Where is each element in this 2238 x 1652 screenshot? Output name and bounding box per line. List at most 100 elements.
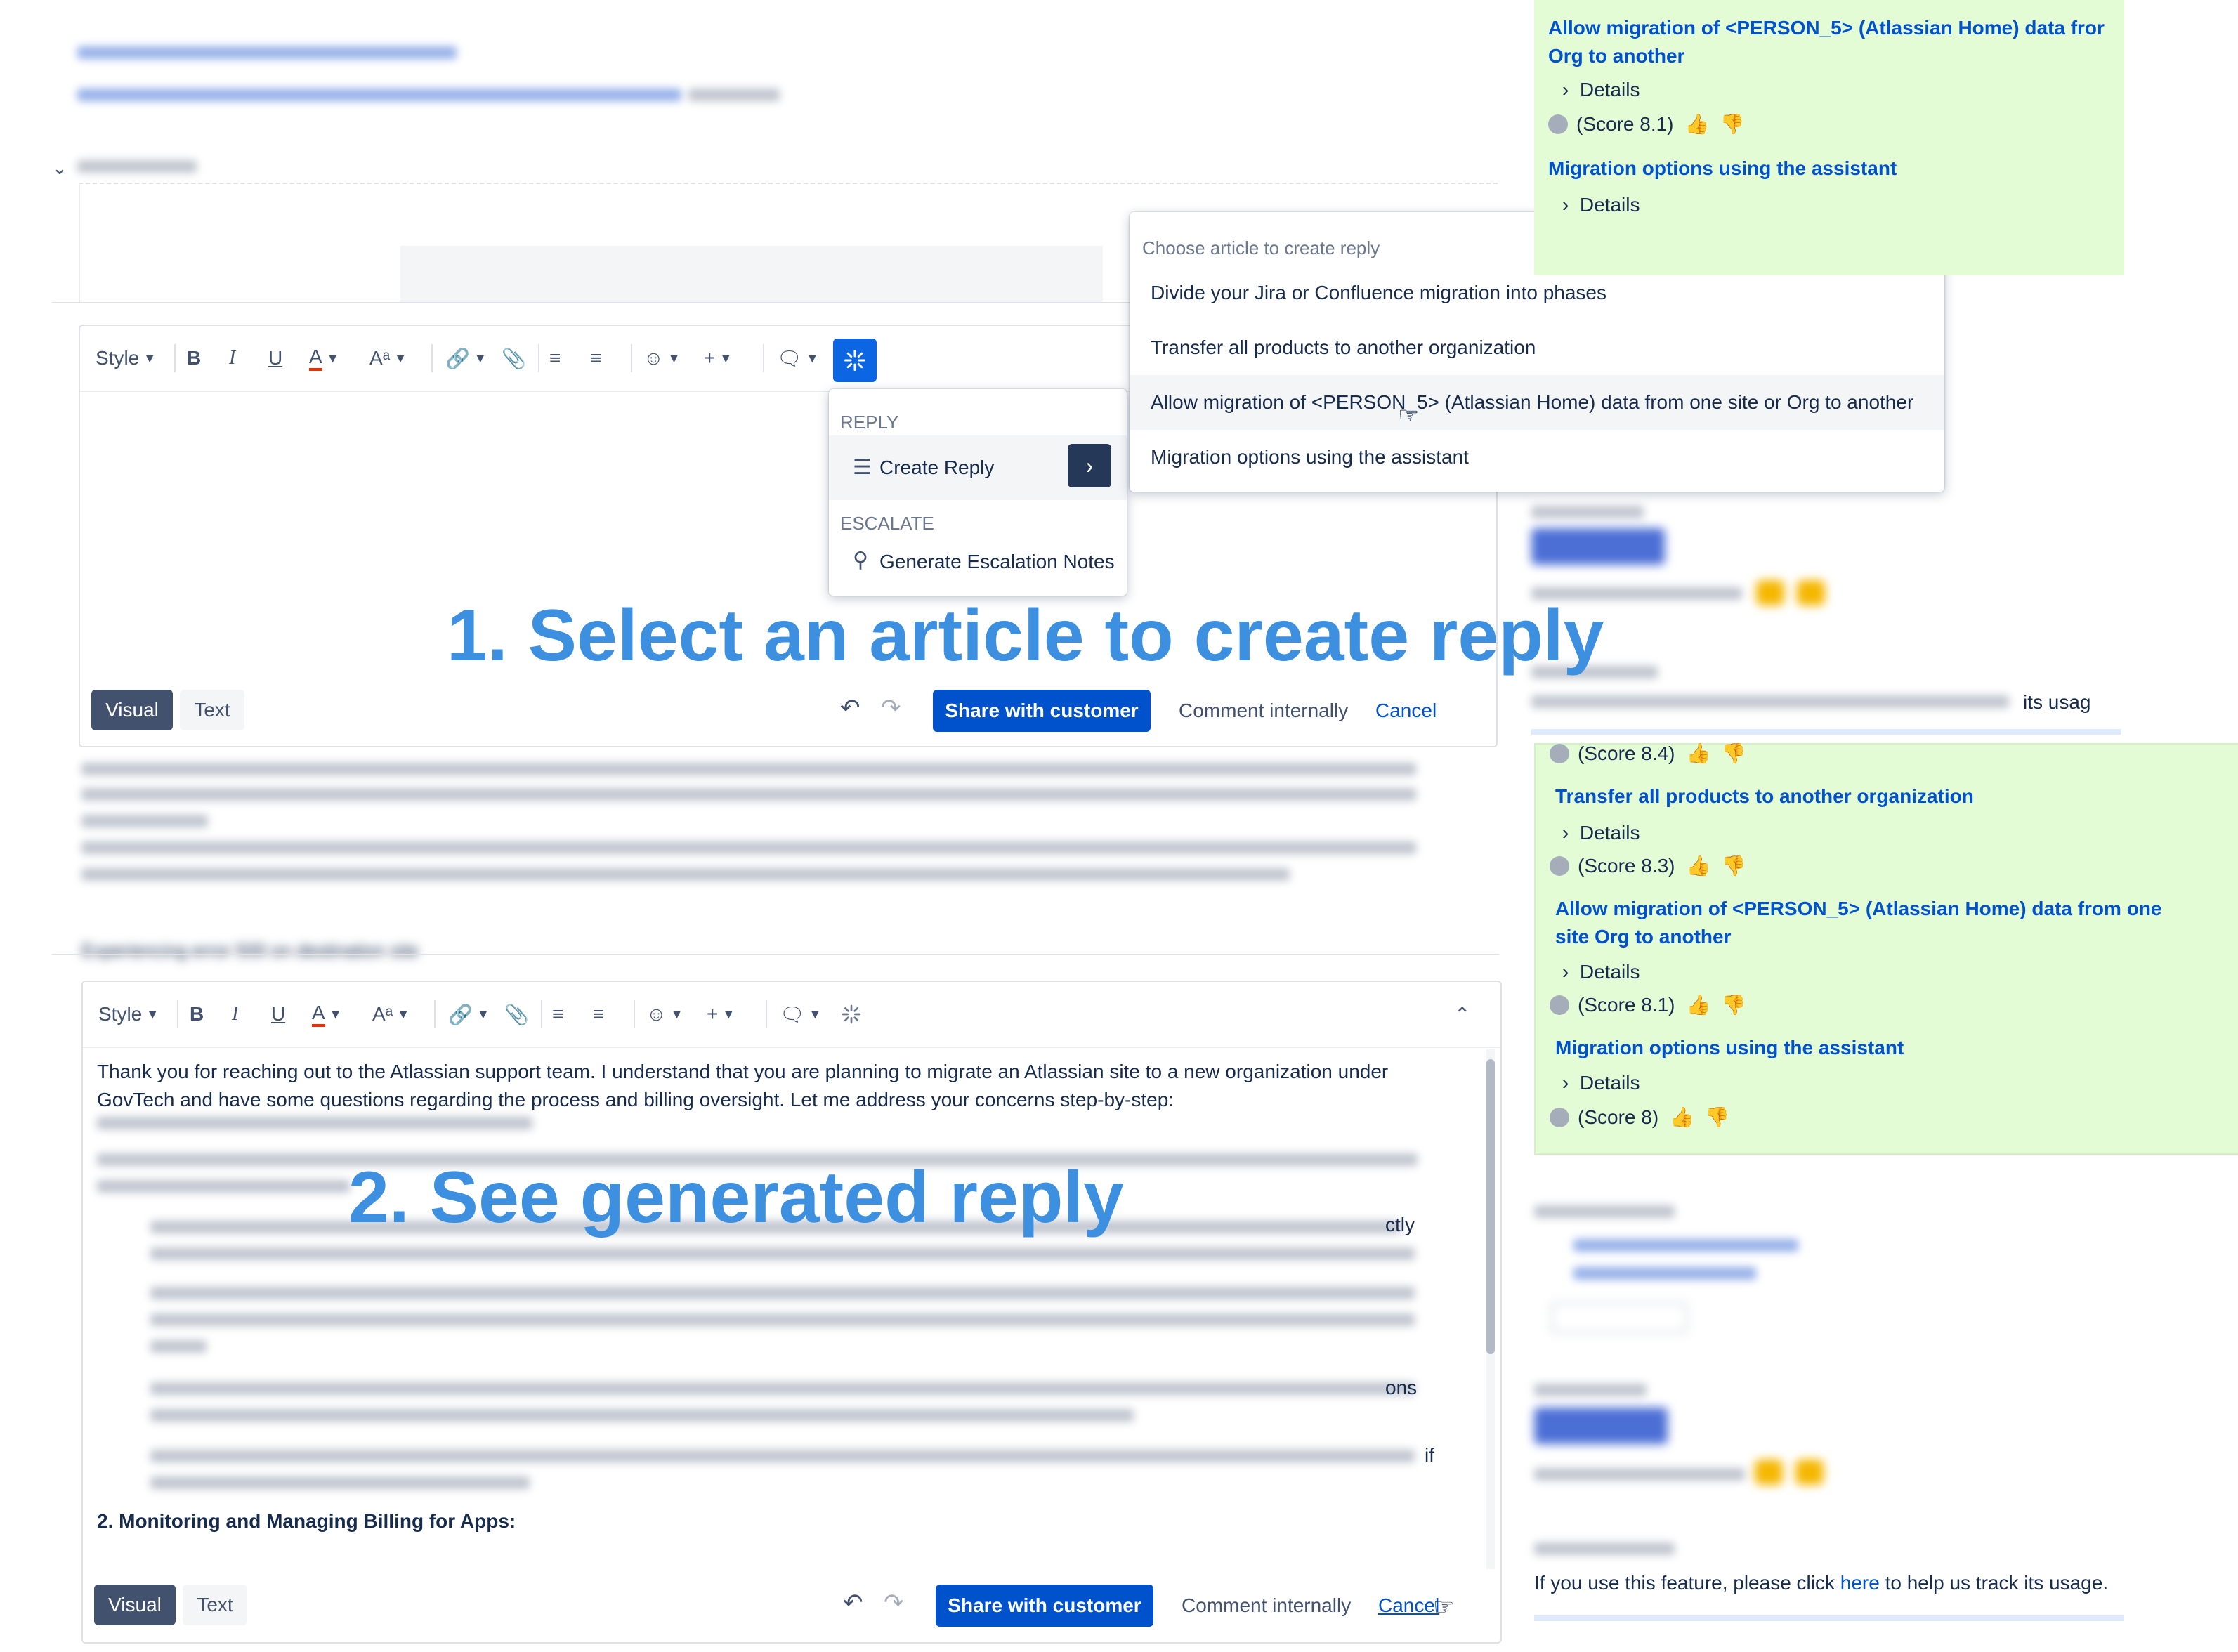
divider [431, 344, 433, 372]
link-icon[interactable]: 🔗 ▼ [445, 341, 487, 375]
article-item-hovered[interactable]: Allow migration of <PERSON_5> (Atlassian… [1130, 375, 1944, 430]
usage-here-link[interactable]: here [1840, 1572, 1880, 1594]
divider [634, 1000, 635, 1028]
text-color-icon[interactable]: A ▼ [312, 997, 342, 1031]
comment-feedback-icon[interactable]: 🗨 ▼ [780, 997, 821, 1031]
text-effects-icon[interactable]: Aᵃ ▼ [372, 997, 410, 1031]
article-link[interactable]: Allow migration of <PERSON_5> (Atlassian… [1555, 895, 2187, 951]
thumbs-down-icon[interactable]: 👎 [1722, 742, 1746, 766]
article-item[interactable]: Transfer all products to another organiz… [1130, 320, 1944, 375]
details-toggle[interactable]: › Details [1562, 79, 1640, 101]
emoji-icon[interactable]: ☺ ▼ [646, 997, 683, 1031]
generate-escalation-item[interactable]: ⚲ Generate Escalation Notes [829, 537, 1127, 582]
thumbs-up-icon[interactable]: 👍 [1687, 854, 1711, 878]
thumbs-up-icon[interactable]: 👍 [1670, 1106, 1694, 1129]
details-toggle[interactable]: › Details [1562, 822, 1640, 844]
details-toggle[interactable]: › Details [1562, 1072, 1640, 1094]
score-dot-icon [1550, 856, 1569, 876]
details-toggle[interactable]: › Details [1562, 961, 1640, 983]
share-with-customer-button[interactable]: Share with customer [936, 1585, 1153, 1627]
details-label: Details [1579, 822, 1640, 844]
cancel-button[interactable]: Cancel [1378, 1594, 1439, 1617]
insert-plus-icon[interactable]: + ▼ [707, 997, 735, 1031]
blurred-text [81, 868, 1290, 881]
chevron-right-icon: › [1562, 961, 1580, 983]
style-dropdown[interactable]: Style ▼ [96, 341, 156, 375]
redo-icon[interactable]: ↷ [884, 1589, 904, 1617]
numbered-list-icon[interactable]: ≡ [590, 341, 601, 375]
emoji-icon[interactable]: ☺ ▼ [643, 341, 680, 375]
insert-plus-icon[interactable]: + ▼ [704, 341, 732, 375]
thumbs-up-icon[interactable]: 👍 [1687, 993, 1711, 1017]
text-color-icon[interactable]: A ▼ [309, 341, 339, 375]
link-icon[interactable]: 🔗 ▼ [448, 997, 490, 1031]
collapse-toolbar-icon[interactable]: ⌃ [1454, 997, 1470, 1031]
visual-mode-button[interactable]: Visual [91, 690, 173, 730]
underline-icon[interactable]: U [268, 341, 282, 375]
redo-icon[interactable]: ↷ [881, 694, 901, 722]
article-link[interactable]: Transfer all products to another organiz… [1555, 782, 1974, 811]
hand-cursor-icon: ☞ [1433, 1594, 1455, 1620]
divider [631, 344, 632, 372]
attachment-icon[interactable]: 📎 [502, 341, 526, 375]
thumbs-down-icon[interactable]: 👎 [1722, 993, 1746, 1017]
text-effects-icon[interactable]: Aᵃ ▼ [369, 341, 407, 375]
editor-footer: Visual Text ↶ ↷ Share with customer Comm… [83, 1580, 1500, 1637]
details-label: Details [1579, 1072, 1640, 1094]
blurred-text [77, 160, 197, 173]
details-toggle[interactable]: › Details [1562, 194, 1640, 216]
article-item[interactable]: Migration options using the assistant [1130, 430, 1944, 485]
visual-mode-button[interactable]: Visual [94, 1585, 176, 1625]
comment-internally-button[interactable]: Comment internally [1179, 700, 1348, 722]
create-reply-item[interactable]: ☰ Create Reply › [829, 435, 1127, 500]
hand-cursor-icon: ☞ [1398, 402, 1420, 429]
comment-feedback-icon[interactable]: 🗨 ▼ [777, 341, 818, 375]
blurred-text [1531, 506, 1644, 518]
blurred-text [688, 88, 780, 101]
step2-caption: 2. See generated reply [348, 1157, 1125, 1238]
underline-icon[interactable]: U [271, 997, 285, 1031]
undo-icon[interactable]: ↶ [843, 1589, 863, 1617]
blurred-text [81, 841, 1416, 854]
editor-toolbar: Style ▼ B I U A ▼ Aᵃ ▼ 🔗 ▼ 📎 ≡ ≡ ☺ ▼ + ▼ 🗨 ▼ [83, 982, 1500, 1048]
style-dropdown[interactable]: Style ▼ [98, 997, 159, 1031]
attachment-icon[interactable]: 📎 [504, 997, 529, 1031]
blurred-link [77, 88, 681, 101]
reply-section-header: REPLY [840, 412, 899, 433]
blurred-link [1573, 1239, 1798, 1252]
italic-icon[interactable]: I [232, 997, 238, 1031]
score-dot-icon [1548, 114, 1568, 134]
comment-internally-button[interactable]: Comment internally [1182, 1594, 1351, 1617]
cancel-button[interactable]: Cancel [1375, 700, 1437, 722]
blurred-text [1534, 1468, 1745, 1481]
undo-icon[interactable]: ↶ [840, 694, 860, 722]
score-label: (Score 8.3) [1578, 855, 1675, 877]
article-link[interactable]: Migration options using the assistant [1548, 155, 1897, 183]
share-with-customer-button[interactable]: Share with customer [933, 690, 1151, 732]
sparkle-icon[interactable] [840, 997, 863, 1031]
numbered-list-icon[interactable]: ≡ [593, 997, 604, 1031]
text-mode-button[interactable]: Text [180, 690, 244, 730]
chevron-right-icon[interactable]: › [1068, 444, 1111, 487]
thumbs-up-icon[interactable]: 👍 [1685, 112, 1710, 136]
blurred-link [77, 46, 457, 59]
article-link[interactable]: Allow migration of <PERSON_5> (Atlassian… [1548, 14, 2124, 70]
bold-icon[interactable]: B [187, 341, 201, 375]
score-label: (Score 8.4) [1578, 742, 1675, 764]
thumbs-down-icon[interactable]: 👎 [1705, 1106, 1729, 1129]
scrollbar-thumb[interactable] [1486, 1059, 1495, 1354]
bullet-list-icon[interactable]: ≡ [552, 997, 563, 1031]
bold-icon[interactable]: B [190, 997, 204, 1031]
usage-note: If you use this feature, please click he… [1534, 1572, 2108, 1594]
text-mode-button[interactable]: Text [183, 1585, 247, 1625]
collapse-chevron-icon[interactable]: ⌄ [52, 157, 67, 179]
bullet-list-icon[interactable]: ≡ [549, 341, 561, 375]
article-link[interactable]: Migration options using the assistant [1555, 1034, 1904, 1062]
thumbs-down-icon[interactable]: 👎 [1720, 112, 1745, 136]
thumbs-down-icon[interactable]: 👎 [1722, 854, 1746, 878]
blurred-text [1534, 1205, 1675, 1218]
thumbs-up-icon[interactable]: 👍 [1687, 742, 1711, 766]
ai-assist-button[interactable] [833, 339, 877, 382]
italic-icon[interactable]: I [229, 341, 235, 375]
score-label: (Score 8.1) [1578, 994, 1675, 1016]
